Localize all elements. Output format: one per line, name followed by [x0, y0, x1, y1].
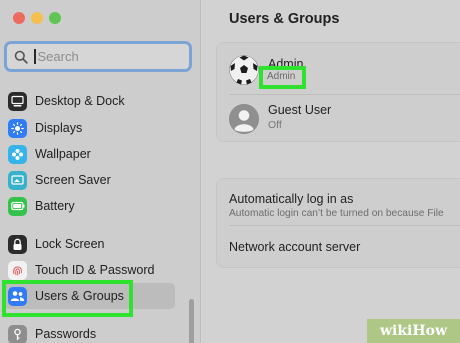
main-pane: Users & Groups Admin Guest User Off Admi…	[202, 0, 460, 343]
sidebar-item-battery[interactable]: Battery	[8, 194, 75, 218]
wallpaper-icon	[8, 144, 27, 164]
sidebar-item-lock-screen[interactable]: Lock Screen	[8, 232, 104, 256]
auto-login-title[interactable]: Automatically log in as	[229, 192, 353, 206]
minimize-window-button[interactable]	[31, 12, 43, 24]
user-status: Off	[268, 119, 282, 131]
sidebar-item-label: Battery	[35, 199, 75, 213]
wikihow-watermark: wikiHow	[367, 319, 460, 343]
window-controls	[13, 12, 61, 24]
soccer-ball-avatar	[229, 55, 259, 85]
sidebar-item-screen-saver[interactable]: Screen Saver	[8, 168, 111, 192]
battery-icon	[8, 196, 27, 216]
sidebar-item-wallpaper[interactable]: Wallpaper	[8, 142, 91, 166]
network-account-server[interactable]: Network account server	[229, 240, 360, 254]
users-list: Admin Guest User Off	[216, 42, 460, 142]
highlight-box-users-groups	[2, 280, 133, 317]
text-cursor	[34, 49, 36, 64]
sidebar-item-touch-id[interactable]: Touch ID & Password	[8, 258, 155, 282]
sidebar: Desktop & Dock Displays Wallpaper Screen…	[0, 0, 201, 343]
sidebar-item-label: Displays	[35, 121, 83, 135]
search-input[interactable]	[37, 49, 178, 64]
sidebar-item-desktop-dock[interactable]: Desktop & Dock	[8, 89, 125, 113]
sidebar-item-label: Screen Saver	[35, 173, 111, 187]
zoom-window-button[interactable]	[49, 12, 61, 24]
user-row-guest[interactable]: Guest User Off	[217, 98, 460, 143]
sidebar-item-displays[interactable]: Displays	[8, 116, 82, 140]
login-settings: Automatically log in as Automatic login …	[216, 178, 460, 268]
generic-user-avatar	[229, 104, 259, 134]
auto-login-subtitle: Automatic login can’t be turned on becau…	[229, 208, 444, 219]
screen-saver-icon	[8, 170, 27, 190]
sidebar-item-passwords[interactable]: Passwords	[8, 322, 96, 343]
sidebar-item-label: Lock Screen	[35, 237, 105, 251]
highlight-box-admin-role	[259, 66, 306, 89]
key-icon	[8, 324, 27, 343]
desktop-dock-icon	[8, 91, 27, 111]
sidebar-scrollbar[interactable]	[189, 299, 194, 343]
search-icon	[14, 50, 28, 64]
search-field[interactable]	[4, 41, 192, 72]
sidebar-item-label: Passwords	[35, 327, 97, 341]
user-name: Guest User	[268, 103, 332, 117]
row-divider	[229, 225, 460, 226]
displays-icon	[8, 118, 27, 138]
user-row-admin[interactable]: Admin	[217, 47, 460, 92]
close-window-button[interactable]	[13, 12, 25, 24]
fingerprint-icon	[8, 260, 27, 280]
sidebar-item-label: Wallpaper	[35, 147, 91, 161]
lock-icon	[8, 234, 27, 254]
page-title: Users & Groups	[229, 11, 340, 27]
sidebar-item-label: Desktop & Dock	[35, 94, 125, 108]
sidebar-item-label: Touch ID & Password	[35, 263, 155, 277]
row-divider	[229, 94, 460, 95]
